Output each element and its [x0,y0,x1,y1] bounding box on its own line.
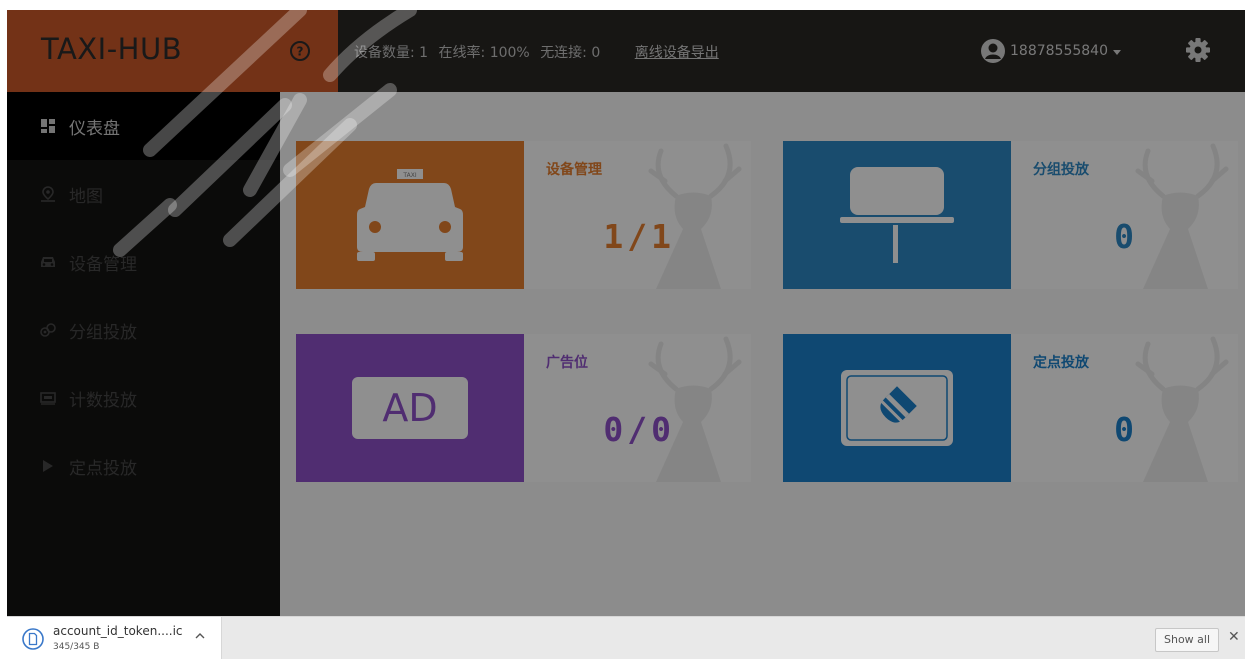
user-avatar-icon [981,39,1005,63]
deer-watermark-icon [648,336,742,482]
card-device-management[interactable]: TAXI 设备管理 1/1 [296,141,751,289]
sidebar-item-device-management[interactable]: 设备管理 [7,228,280,296]
card-title: 设备管理 [546,162,602,178]
card-title: 分组投放 [1033,162,1089,178]
card-icon-area [783,334,1011,482]
sidebar-item-label: 分组投放 [69,322,137,343]
card-icon-area: AD [296,334,524,482]
brand-area: TAXI-HUB ? [7,10,338,92]
card-icon-area [783,141,1011,289]
sidebar-item-label: 定点投放 [69,458,137,479]
sidebar-item-label: 地图 [69,186,103,207]
taxi-sign-text: TAXI [402,172,416,179]
deer-watermark-icon [1135,143,1229,289]
card-group-delivery[interactable]: 分组投放 0 [783,141,1238,289]
brand-logo[interactable]: TAXI-HUB [41,32,182,66]
chevron-down-icon [1112,49,1121,55]
sidebar-item-label: 计数投放 [69,390,137,411]
sidebar-item-dashboard[interactable]: 仪表盘 [7,92,280,160]
user-menu[interactable]: 18878555840 [980,34,1121,68]
online-rate: 在线率: 100% [438,45,530,61]
sidebar-item-map[interactable]: 地图 [7,160,280,228]
group-icon [39,321,57,339]
sidebar: 仪表盘 地图 设备管理 分组投放 计数投放 定点投放 [7,92,280,659]
download-file-name: account_id_token....ic [53,624,183,638]
deer-watermark-icon [1135,336,1229,482]
device-stats: 设备数量: 1 在线率: 100% 无连接: 0 离线设备导出 [354,42,725,62]
download-bar: account_id_token....ic 345/345 B Show al… [7,616,1245,659]
deer-watermark-icon [648,143,742,289]
sidebar-item-label: 仪表盘 [69,118,120,139]
file-icon [22,628,44,650]
counter-icon [39,389,57,407]
user-phone: 18878555840 [1010,43,1108,59]
download-file-size: 345/345 B [53,642,100,652]
billboard-icon [840,167,954,263]
svg-text:?: ? [297,45,304,59]
play-icon [39,457,57,475]
ad-icon: AD [352,377,468,439]
device-count: 设备数量: 1 [354,45,429,61]
export-offline-devices-link[interactable]: 离线设备导出 [635,45,719,61]
card-title: 广告位 [546,355,588,371]
card-fixed-point-delivery[interactable]: 定点投放 0 [783,334,1238,482]
gear-icon[interactable] [1185,37,1211,63]
location-tag-icon [841,370,953,446]
dashboard-icon [39,117,57,135]
app-window: TAXI-HUB ? 设备数量: 1 在线率: 100% 无连接: 0 离线设备… [7,10,1245,659]
sidebar-item-label: 设备管理 [69,254,137,275]
card-icon-area: TAXI [296,141,524,289]
close-download-bar-button[interactable]: ✕ [1228,629,1240,645]
card-title: 定点投放 [1033,355,1089,371]
map-pin-icon [39,185,57,203]
help-circle-icon[interactable]: ? [289,40,311,62]
download-item[interactable]: account_id_token....ic 345/345 B [7,617,222,659]
sidebar-item-count-delivery[interactable]: 计数投放 [7,364,280,432]
top-bar: 设备数量: 1 在线率: 100% 无连接: 0 离线设备导出 18878555… [338,10,1245,92]
show-all-button[interactable]: Show all [1155,628,1219,652]
ad-icon-text: AD [382,386,437,430]
taxi-icon: TAXI [357,169,463,261]
sidebar-item-fixed-point-delivery[interactable]: 定点投放 [7,432,280,500]
sidebar-item-group-delivery[interactable]: 分组投放 [7,296,280,364]
chevron-up-icon[interactable] [194,631,206,641]
no-connection-count: 无连接: 0 [540,45,601,61]
car-icon [39,253,57,271]
card-ad-slots[interactable]: AD 广告位 0/0 [296,334,751,482]
